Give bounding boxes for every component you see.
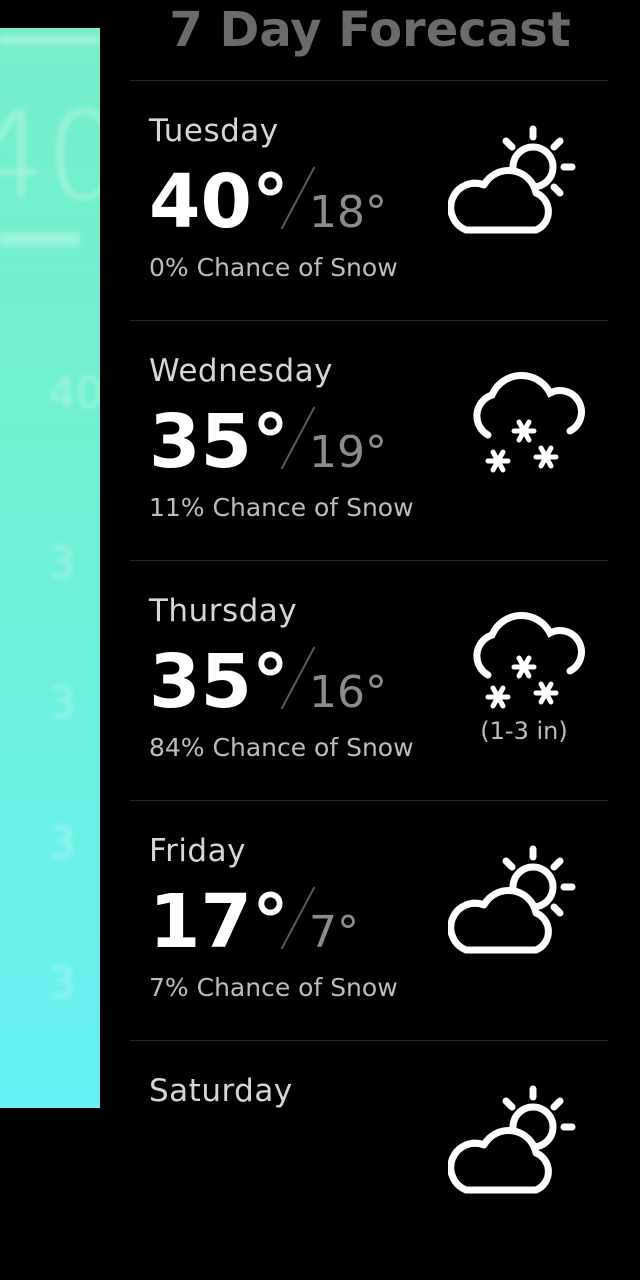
precip-chance: 7% Chance of Snow — [149, 973, 398, 1002]
snow-icon — [473, 612, 585, 709]
snow-accumulation: (1-3 in) — [480, 717, 568, 745]
blurred-hour-temp: 40 — [48, 368, 100, 419]
day-name: Wednesday — [149, 353, 333, 389]
temperature-range: 35° 16° — [149, 639, 387, 725]
low-temp: 18° — [308, 187, 387, 238]
high-temp: 35° — [149, 639, 289, 725]
temperature-range: 17° 7° — [149, 879, 359, 965]
blurred-hour-temp: 3 — [48, 678, 76, 729]
forecast-row-thursday[interactable]: Thursday 35° 16° 84% Chance of Snow (1-3 … — [130, 560, 608, 800]
snow-icon — [473, 372, 585, 473]
partly-cloudy-icon — [448, 125, 576, 234]
precip-chance: 84% Chance of Snow — [149, 733, 414, 762]
temperature-range: 35° 19° — [149, 399, 387, 485]
day-name: Saturday — [149, 1073, 293, 1109]
forecast-row-saturday[interactable]: Saturday — [130, 1040, 608, 1280]
high-temp: 17° — [149, 879, 289, 965]
day-name: Thursday — [149, 593, 298, 629]
blurred-header-bar — [0, 36, 100, 44]
forecast-row-friday[interactable]: Friday 17° 7° 7% Chance of Snow — [130, 800, 608, 1040]
blurred-current-temp: 40 — [0, 88, 100, 227]
forecast-row-wednesday[interactable]: Wednesday 35° 19° 11% Chance of Snow — [130, 320, 608, 560]
page-title: 7 Day Forecast — [169, 2, 571, 58]
precip-chance: 11% Chance of Snow — [149, 493, 414, 522]
low-temp: 16° — [308, 667, 387, 718]
blurred-hour-temp: 3 — [48, 958, 76, 1009]
day-name: Tuesday — [149, 113, 279, 149]
blurred-subtitle — [0, 232, 80, 246]
partly-cloudy-icon — [448, 1085, 576, 1194]
day-name: Friday — [149, 833, 246, 869]
current-weather-panel[interactable]: 40 40 3 3 3 3 — [0, 28, 100, 1108]
blurred-hour-temp: 3 — [48, 538, 76, 589]
precip-chance: 0% Chance of Snow — [149, 253, 398, 282]
forecast-row-tuesday[interactable]: Tuesday 40° 18° 0% Chance of Snow — [130, 80, 608, 320]
temperature-range: 40° 18° — [149, 159, 387, 245]
low-temp: 7° — [308, 907, 359, 958]
partly-cloudy-icon — [448, 845, 576, 954]
blurred-hour-temp: 3 — [48, 818, 76, 869]
forecast-list[interactable]: Tuesday 40° 18° 0% Chance of Snow Wednesd… — [130, 80, 608, 1280]
high-temp: 35° — [149, 399, 289, 485]
high-temp: 40° — [149, 159, 289, 245]
low-temp: 19° — [308, 427, 387, 478]
